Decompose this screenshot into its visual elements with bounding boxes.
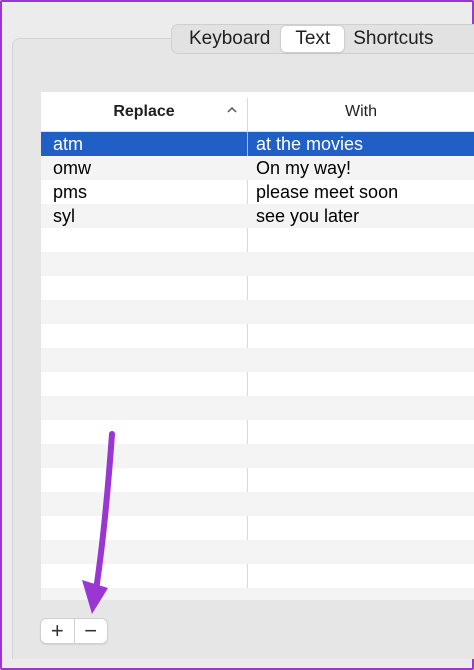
tab-shortcuts[interactable]: Shortcuts — [344, 26, 442, 52]
segmented-tab-control: Keyboard Text Shortcuts — [171, 24, 474, 54]
add-button[interactable]: + — [41, 619, 74, 643]
replace-cell[interactable]: omw — [53, 156, 91, 180]
chevron-up-icon[interactable] — [226, 104, 238, 116]
empty-row — [41, 348, 474, 372]
remove-button[interactable]: − — [74, 619, 107, 643]
with-cell[interactable]: please meet soon — [256, 180, 398, 204]
table-header: Replace With — [41, 92, 474, 132]
table-row[interactable]: omw On my way! — [41, 156, 474, 180]
with-cell[interactable]: see you later — [256, 204, 359, 228]
empty-row — [41, 300, 474, 324]
row-column-divider — [247, 132, 248, 156]
column-header-with[interactable]: With — [248, 92, 474, 131]
replace-cell[interactable]: atm — [53, 132, 83, 156]
tab-text[interactable]: Text — [281, 26, 345, 52]
empty-row — [41, 324, 474, 348]
empty-row — [41, 228, 474, 252]
column-header-replace[interactable]: Replace — [41, 92, 247, 131]
replace-cell[interactable]: syl — [53, 204, 75, 228]
table-row[interactable]: atm at the movies — [41, 132, 474, 156]
empty-row — [41, 396, 474, 420]
tab-keyboard[interactable]: Keyboard — [180, 26, 281, 52]
with-cell[interactable]: On my way! — [256, 156, 351, 180]
table-row[interactable]: syl see you later — [41, 204, 474, 228]
table-row[interactable]: pms please meet soon — [41, 180, 474, 204]
replace-cell[interactable]: pms — [53, 180, 87, 204]
empty-row — [41, 372, 474, 396]
annotation-arrow-icon — [82, 431, 115, 614]
with-cell[interactable]: at the movies — [256, 132, 363, 156]
empty-row — [41, 252, 474, 276]
add-remove-buttons: + − — [40, 618, 108, 644]
empty-row — [41, 276, 474, 300]
